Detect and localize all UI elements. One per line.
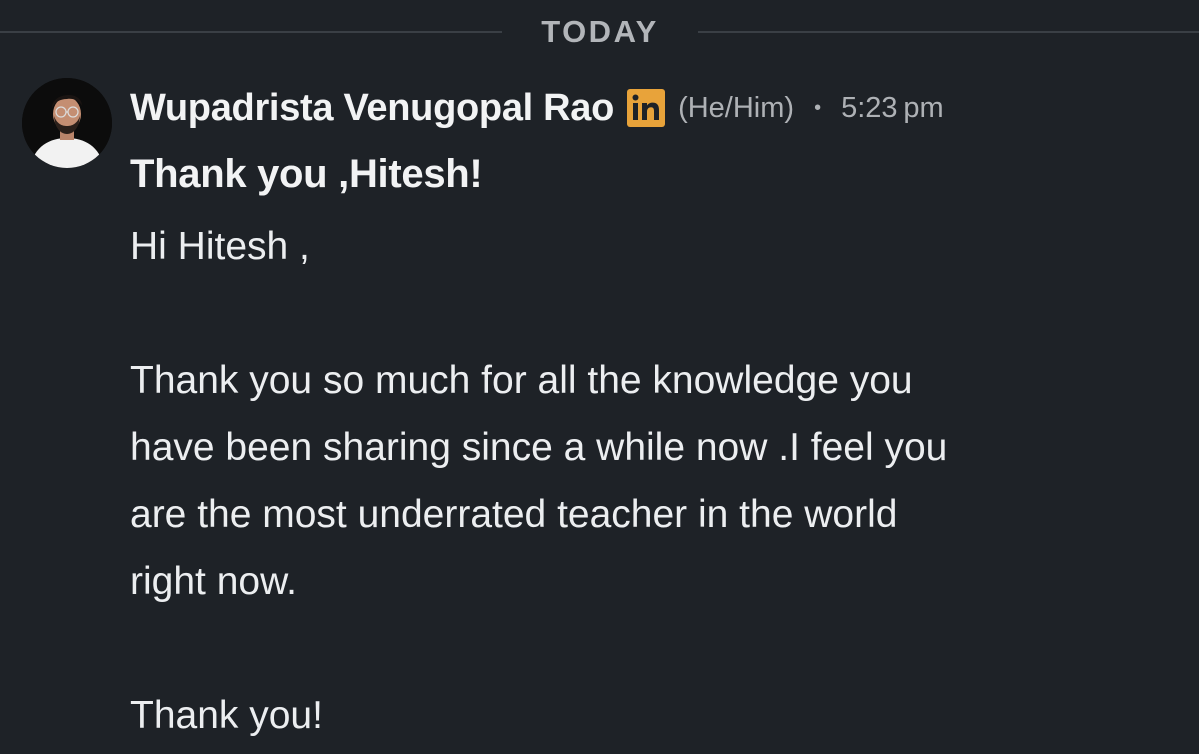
- message-line: Thank you so much for all the knowledge …: [130, 359, 913, 402]
- divider-line-left: [0, 31, 502, 33]
- day-divider: TODAY: [0, 14, 1199, 50]
- message-greeting: Hi Hitesh ,: [130, 225, 310, 268]
- sender-pronouns: (He/Him): [678, 91, 795, 124]
- linkedin-icon: [626, 88, 666, 128]
- message-header: Wupadrista Venugopal Rao (He/Him) • 5:23…: [130, 84, 944, 132]
- header-separator: •: [814, 96, 822, 119]
- conversation-view: TODAY Wupadrista Venugopal Rao (He/Him) …: [0, 0, 1199, 754]
- message-closing: Thank you!: [130, 694, 323, 737]
- message-line: are the most underrated teacher in the w…: [130, 493, 898, 536]
- sender-name[interactable]: Wupadrista Venugopal Rao: [130, 87, 614, 130]
- avatar-image: [22, 78, 112, 168]
- message-body: Hi Hitesh , Thank you so much for all th…: [130, 213, 1170, 749]
- message-subject: Thank you ,Hitesh!: [130, 152, 483, 196]
- message-line: have been sharing since a while now .I f…: [130, 426, 948, 469]
- divider-line-right: [698, 31, 1199, 33]
- message-line: right now.: [130, 560, 297, 603]
- day-divider-label: TODAY: [541, 14, 659, 49]
- sender-avatar[interactable]: [22, 78, 112, 168]
- message-timestamp: 5:23 pm: [841, 91, 944, 124]
